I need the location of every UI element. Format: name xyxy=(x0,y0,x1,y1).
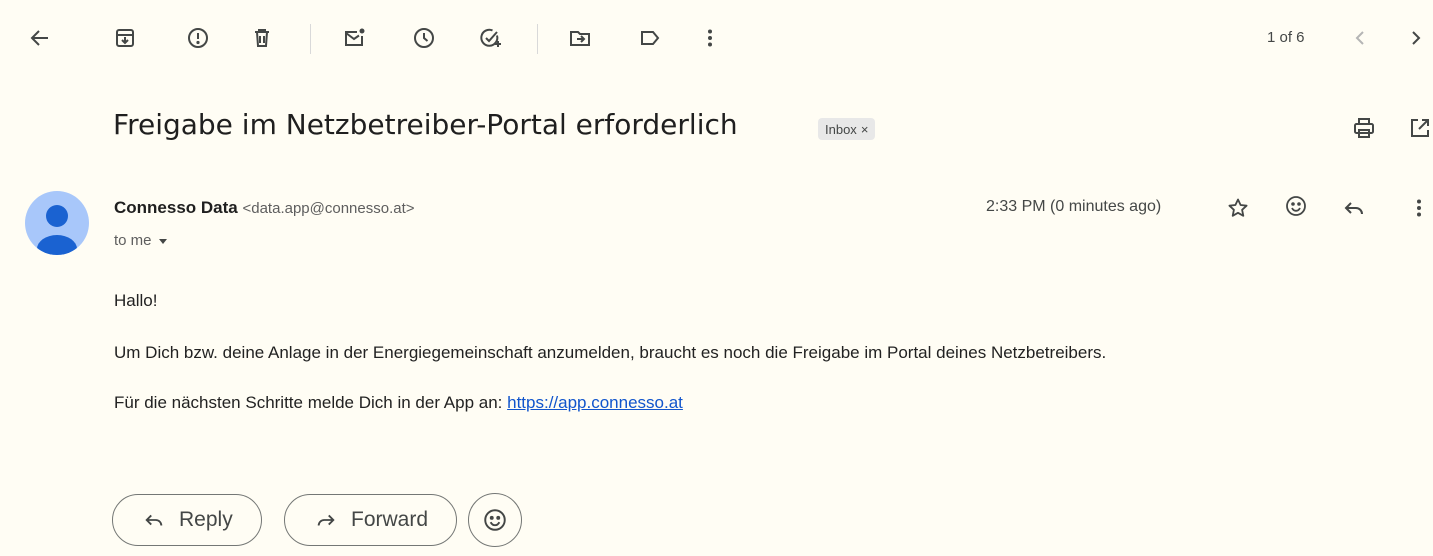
sender-avatar[interactable] xyxy=(25,191,89,255)
print-icon[interactable] xyxy=(1346,110,1382,146)
labels-icon[interactable] xyxy=(632,20,668,56)
body-greeting: Hallo! xyxy=(114,291,158,310)
forward-icon xyxy=(317,514,335,526)
avatar-person-icon xyxy=(37,205,77,255)
snooze-icon[interactable] xyxy=(406,20,442,56)
body-paragraph-2-text: Für die nächsten Schritte melde Dich in … xyxy=(114,393,508,412)
open-new-window-icon[interactable] xyxy=(1402,110,1433,146)
recipient-text: to me xyxy=(114,232,152,249)
reply-button[interactable]: Reply xyxy=(112,494,262,546)
more-vert-icon[interactable] xyxy=(692,20,728,56)
recipient-details-toggle[interactable]: to me xyxy=(114,232,168,249)
emoji-reaction-icon[interactable] xyxy=(1278,188,1314,224)
forward-button[interactable]: Forward xyxy=(284,494,458,546)
sender-name[interactable]: Connesso Data xyxy=(114,198,238,217)
reply-button-label: Reply xyxy=(179,508,233,531)
mark-unread-icon[interactable] xyxy=(336,20,372,56)
report-spam-icon[interactable] xyxy=(180,20,216,56)
back-arrow-icon[interactable] xyxy=(22,20,58,56)
body-paragraph-1: Um Dich bzw. deine Anlage in der Energie… xyxy=(114,343,1107,362)
forward-button-label: Forward xyxy=(351,508,429,531)
inbox-label-chip: Inbox × xyxy=(818,118,876,140)
add-task-icon[interactable] xyxy=(472,20,508,56)
toolbar-divider xyxy=(310,24,311,54)
pager-count: 1 of 6 xyxy=(1267,29,1305,46)
reply-icon[interactable] xyxy=(1336,190,1372,226)
chevron-right-icon[interactable] xyxy=(1398,20,1433,56)
move-to-icon[interactable] xyxy=(562,20,598,56)
sender-email: <data.app@connesso.at> xyxy=(242,200,415,217)
caret-down-icon xyxy=(158,238,167,244)
app-link[interactable]: https://app.connesso.at xyxy=(507,393,683,412)
reply-icon xyxy=(145,514,163,526)
delete-icon[interactable] xyxy=(244,20,280,56)
toolbar-divider xyxy=(537,24,538,54)
body-paragraph-2: Für die nächsten Schritte melde Dich in … xyxy=(114,393,683,413)
inbox-label-text: Inbox xyxy=(825,121,857,137)
star-icon[interactable] xyxy=(1220,190,1256,226)
message-more-vert-icon[interactable] xyxy=(1401,190,1433,226)
remove-label-button[interactable]: × xyxy=(861,122,869,137)
chevron-left-icon[interactable] xyxy=(1342,20,1378,56)
message-time: 2:33 PM (0 minutes ago) xyxy=(986,198,1162,215)
sender-line: Connesso Data <data.app@connesso.at> xyxy=(114,198,415,218)
archive-icon[interactable] xyxy=(107,20,143,56)
emoji-reaction-icon xyxy=(484,509,506,531)
email-subject: Freigabe im Netzbetreiber-Portal erforde… xyxy=(113,108,738,141)
emoji-reaction-button[interactable] xyxy=(468,493,522,547)
